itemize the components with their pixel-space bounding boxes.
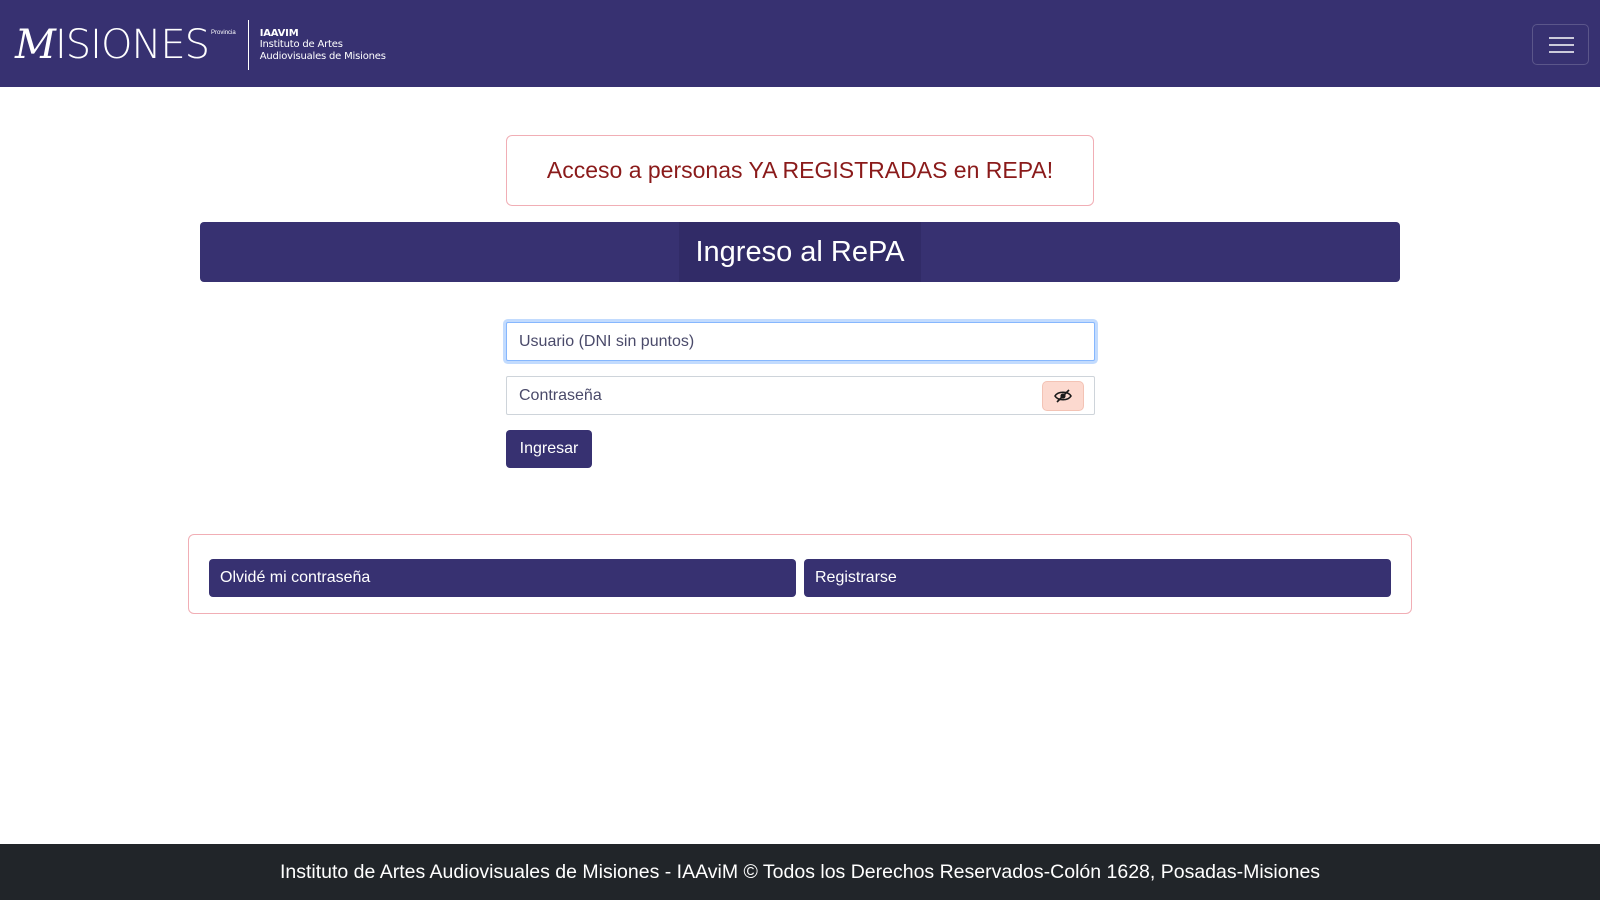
username-field[interactable] xyxy=(506,322,1095,361)
navbar-toggler-button[interactable] xyxy=(1532,24,1589,65)
password-field[interactable] xyxy=(506,376,1095,415)
top-navbar: MISIONES Provincia IAAVIM Instituto de A… xyxy=(0,0,1600,87)
misiones-logo: MISIONES Provincia xyxy=(15,18,236,72)
misiones-wordmark: MISIONES xyxy=(15,22,210,68)
username-input[interactable] xyxy=(507,323,1094,360)
toggle-password-button[interactable] xyxy=(1042,381,1084,411)
registered-users-alert: Acceso a personas YA REGISTRADAS en REPA… xyxy=(506,135,1094,206)
login-title-wrap: Ingreso al RePA xyxy=(679,222,921,282)
institute-acronym: IAAVIM xyxy=(259,27,299,39)
footer-text: Instituto de Artes Audiovisuales de Misi… xyxy=(279,860,1321,883)
register-button[interactable]: Registrarse xyxy=(804,559,1391,597)
page-footer: Instituto de Artes Audiovisuales de Misi… xyxy=(0,844,1600,900)
institute-line-1: Instituto de Artes xyxy=(259,39,343,51)
institute-line-2: Audiovisuales de Misiones xyxy=(259,50,386,62)
institute-name: IAAVIM Instituto de Artes Audiovisuales … xyxy=(260,28,386,63)
password-input[interactable] xyxy=(507,377,1094,414)
brand-divider xyxy=(247,20,249,70)
login-submit-button[interactable]: Ingresar xyxy=(506,430,592,468)
brand-superscript: Provincia xyxy=(211,30,236,36)
page-title: Ingreso al RePA xyxy=(695,235,905,268)
brand-logo[interactable]: MISIONES Provincia IAAVIM Instituto de A… xyxy=(15,18,386,72)
alert-text: Acceso a personas YA REGISTRADAS en REPA… xyxy=(546,157,1054,183)
forgot-password-button[interactable]: Olvidé mi contraseña xyxy=(209,559,796,597)
eye-slash-icon xyxy=(1054,389,1072,403)
account-links-box: Olvidé mi contraseña Registrarse xyxy=(188,534,1412,614)
login-title-bar: Ingreso al RePA xyxy=(200,222,1400,282)
